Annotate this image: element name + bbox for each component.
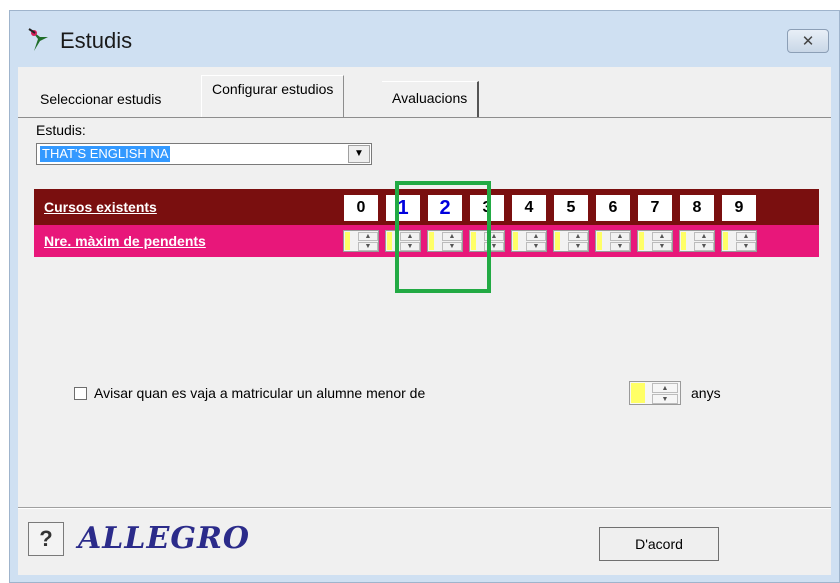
course-number-7: 7 <box>638 195 672 221</box>
pendents-input-field[interactable] <box>639 232 644 250</box>
tab-bar: Seleccionar estudis Configurar estudios … <box>18 67 831 118</box>
avisar-label: Avisar quan es vaja a matricular un alum… <box>94 385 426 401</box>
pendents-label[interactable]: Nre. màxim de pendents <box>44 233 206 249</box>
ok-button[interactable]: D'acord <box>599 527 719 561</box>
course-number-8: 8 <box>680 195 714 221</box>
tab-seleccionar-estudis[interactable]: Seleccionar estudis <box>30 83 171 115</box>
pendents-stepper-0[interactable]: ▲ ▼ <box>343 230 379 252</box>
tab-avaluacions[interactable]: Avaluacions <box>382 81 480 117</box>
spin-down-icon[interactable]: ▼ <box>568 242 588 251</box>
tab-configurar-estudios[interactable]: Configurar estudios <box>201 75 345 117</box>
estudis-selected-value: THAT'S ENGLISH NA <box>40 146 171 162</box>
estudis-dropdown[interactable]: THAT'S ENGLISH NA ▼ <box>36 143 372 165</box>
spin-up-icon[interactable]: ▲ <box>652 383 678 393</box>
course-number-5: 5 <box>554 195 588 221</box>
spin-up-icon[interactable]: ▲ <box>526 232 546 241</box>
spin-up-icon[interactable]: ▲ <box>358 232 378 241</box>
close-button[interactable]: ✕ <box>787 29 829 53</box>
spin-down-icon[interactable]: ▼ <box>652 242 672 251</box>
years-unit-label: anys <box>691 385 721 401</box>
course-number-4: 4 <box>512 195 546 221</box>
pendents-input-field[interactable] <box>723 232 728 250</box>
course-number-9: 9 <box>722 195 756 221</box>
help-icon: ? <box>39 526 53 551</box>
course-number-0: 0 <box>344 195 378 221</box>
help-button[interactable]: ? <box>28 522 64 556</box>
pendents-input-field[interactable] <box>681 232 686 250</box>
spin-up-icon[interactable]: ▲ <box>736 232 756 241</box>
app-bird-icon <box>28 28 48 51</box>
years-input-field[interactable] <box>631 383 645 403</box>
pendents-input-field[interactable] <box>513 232 518 250</box>
pendents-stepper-9[interactable]: ▲ ▼ <box>721 230 757 252</box>
spin-down-icon[interactable]: ▼ <box>652 394 678 404</box>
dropdown-arrow-icon[interactable]: ▼ <box>348 145 370 163</box>
spin-up-icon[interactable]: ▲ <box>610 232 630 241</box>
avisar-checkbox[interactable] <box>74 387 87 400</box>
spin-down-icon[interactable]: ▼ <box>736 242 756 251</box>
spin-down-icon[interactable]: ▼ <box>358 242 378 251</box>
spin-up-icon[interactable]: ▲ <box>568 232 588 241</box>
pendents-input-field[interactable] <box>387 232 392 250</box>
estudis-label: Estudis: <box>36 122 86 138</box>
spin-down-icon[interactable]: ▼ <box>526 242 546 251</box>
course-number-6: 6 <box>596 195 630 221</box>
close-icon: ✕ <box>801 33 815 50</box>
pendents-input-field[interactable] <box>345 232 350 250</box>
footer-divider <box>18 507 831 509</box>
pendents-stepper-6[interactable]: ▲ ▼ <box>595 230 631 252</box>
highlight-box <box>395 181 491 293</box>
pendents-input-field[interactable] <box>597 232 602 250</box>
pendents-stepper-7[interactable]: ▲ ▼ <box>637 230 673 252</box>
spin-up-icon[interactable]: ▲ <box>694 232 714 241</box>
spin-down-icon[interactable]: ▼ <box>694 242 714 251</box>
allegro-logo: ALLEGRO <box>78 521 251 556</box>
pendents-stepper-8[interactable]: ▲ ▼ <box>679 230 715 252</box>
dialog-client-area: Seleccionar estudis Configurar estudios … <box>18 67 831 575</box>
pendents-stepper-4[interactable]: ▲ ▼ <box>511 230 547 252</box>
spin-up-icon[interactable]: ▲ <box>652 232 672 241</box>
pendents-input-field[interactable] <box>555 232 560 250</box>
years-stepper[interactable]: ▲ ▼ <box>629 381 681 405</box>
window-title: Estudis <box>60 28 133 53</box>
cursos-existents-label[interactable]: Cursos existents <box>44 199 157 215</box>
spin-down-icon[interactable]: ▼ <box>610 242 630 251</box>
estudis-window: Estudis ✕ Seleccionar estudis Configurar… <box>9 10 840 583</box>
pendents-stepper-5[interactable]: ▲ ▼ <box>553 230 589 252</box>
title-bar: Estudis ✕ <box>10 11 839 67</box>
